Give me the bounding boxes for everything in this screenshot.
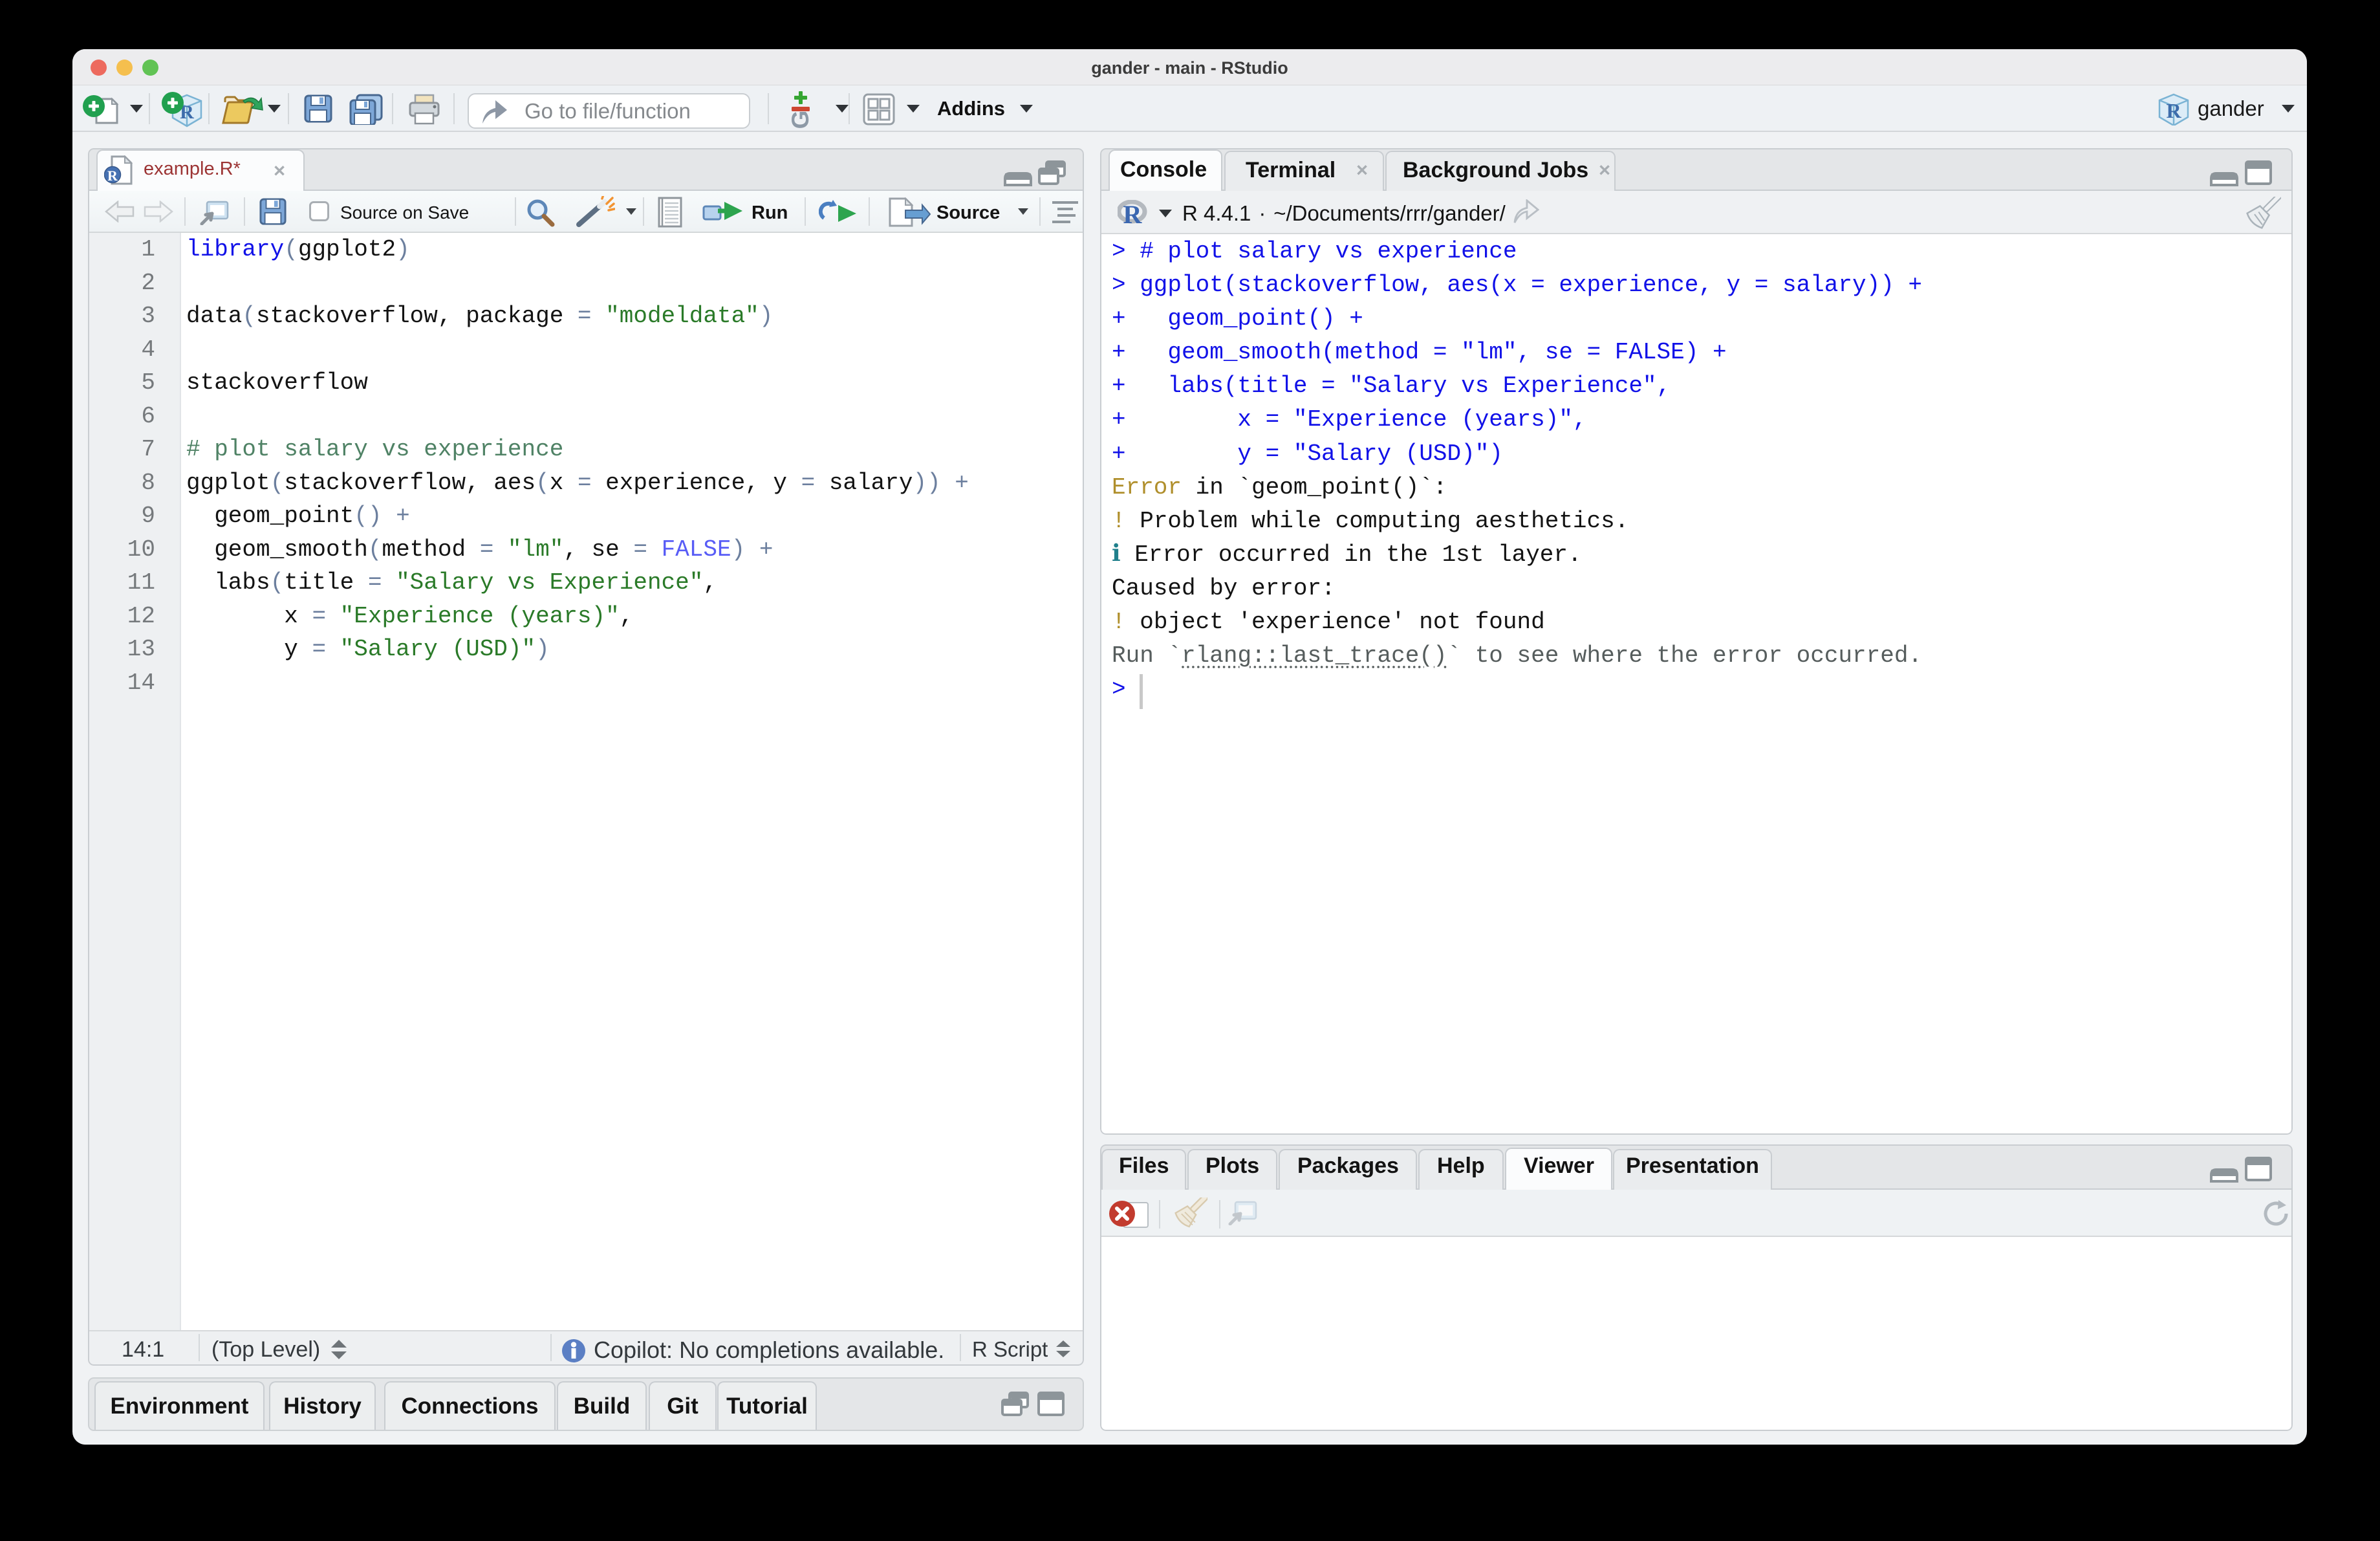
svg-text:R: R xyxy=(2166,99,2181,122)
svg-text:R: R xyxy=(107,168,118,184)
svg-text:G: G xyxy=(788,111,812,129)
svg-text:R: R xyxy=(1123,200,1143,226)
